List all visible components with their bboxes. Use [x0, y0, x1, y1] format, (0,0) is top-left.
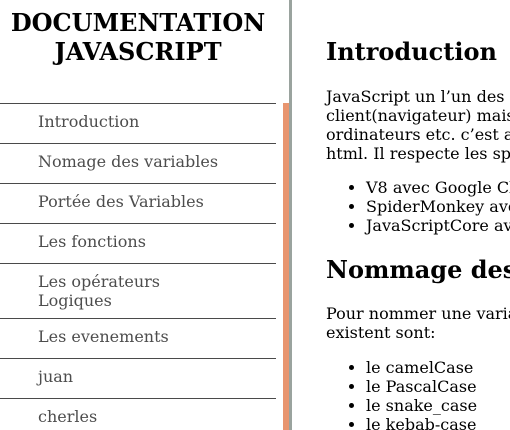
section-heading-nommage: Nommage des [326, 255, 510, 284]
sidebar-title-line-2: JAVASCRIPT [54, 37, 222, 66]
nav-link-label: Les evenements [38, 327, 169, 346]
nav-link-cherles[interactable]: cherles [0, 398, 276, 430]
nav-link-label: Les fonctions [38, 232, 146, 251]
sidebar-title-line-1: DOCUMENTATION [10, 8, 266, 37]
nav-link-label: juan [38, 367, 74, 386]
nav-link-label: Portée des Variables [38, 192, 204, 211]
nav-link-portee-des-variables[interactable]: Portée des Variables [0, 183, 276, 223]
nav-link-nomage-des-variables[interactable]: Nomage des variables [0, 143, 276, 183]
section-heading-introduction: Introduction [326, 37, 497, 66]
list-item: JavaScriptCore av [366, 216, 510, 235]
paragraph-line: html. Il respecte les sp [326, 144, 510, 163]
documentation-page: DOCUMENTATION JAVASCRIPT Introduction No… [0, 0, 510, 430]
list-item: le snake_case [366, 396, 477, 415]
nav-link-label: Introduction [38, 112, 140, 131]
sidebar-nav: DOCUMENTATION JAVASCRIPT Introduction No… [0, 0, 276, 430]
paragraph-line: ordinateurs etc. c’est a [326, 125, 510, 144]
nommage-paragraph: Pour nommer une varia existent sont: [326, 304, 510, 342]
nav-link-juan[interactable]: juan [0, 358, 276, 398]
list-item: le kebab-case [366, 415, 477, 430]
list-item: le camelCase [366, 358, 477, 377]
sidebar-title: DOCUMENTATION JAVASCRIPT [0, 0, 276, 66]
paragraph-line: Pour nommer une varia [326, 304, 510, 323]
nav-link-les-fonctions[interactable]: Les fonctions [0, 223, 276, 263]
nav-link-label: Nomage des variables [38, 152, 219, 171]
list-item: le PascalCase [366, 377, 477, 396]
paragraph-line: JavaScript un l’un des [326, 87, 505, 106]
nav-link-introduction[interactable]: Introduction [0, 103, 276, 143]
nav-link-label: Les opérateurs Logiques [38, 272, 160, 310]
main-content: Introduction JavaScript un l’un des clie… [326, 0, 510, 430]
nav-link-les-evenements[interactable]: Les evenements [0, 318, 276, 358]
introduction-paragraph: JavaScript un l’un des client(navigateur… [326, 87, 510, 163]
nav-list: Introduction Nomage des variables Portée… [0, 103, 276, 430]
naming-cases-list: le camelCase le PascalCase le snake_case… [326, 358, 477, 430]
engines-list: V8 avec Google Cl SpiderMonkey ave JavaS… [326, 178, 510, 235]
paragraph-line: existent sont: [326, 323, 436, 342]
paragraph-line: client(navigateur) mais [326, 106, 510, 125]
nav-link-les-operateurs-logiques[interactable]: Les opérateurs Logiques [0, 263, 276, 318]
sidebar-divider [289, 0, 292, 430]
nav-link-label: cherles [38, 407, 98, 426]
list-item: V8 avec Google Cl [366, 178, 510, 197]
list-item: SpiderMonkey ave [366, 197, 510, 216]
